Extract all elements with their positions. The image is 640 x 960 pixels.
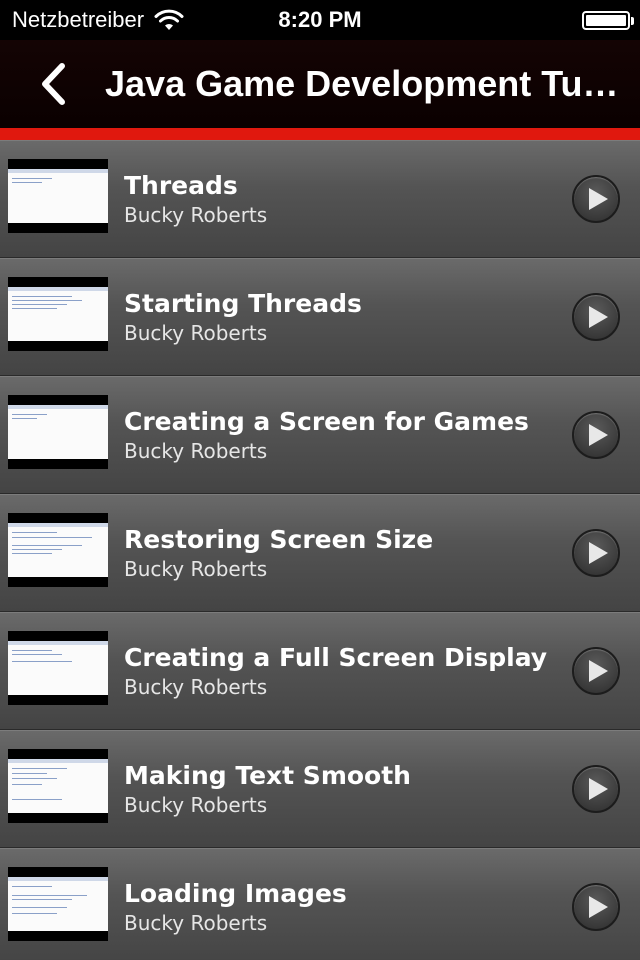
video-thumbnail [8, 159, 108, 233]
video-thumbnail [8, 395, 108, 469]
play-button[interactable] [572, 883, 620, 931]
video-title: Making Text Smooth [124, 761, 411, 790]
list-item[interactable]: Loading Images Bucky Roberts [0, 848, 640, 960]
list-item[interactable]: Creating a Screen for Games Bucky Robert… [0, 376, 640, 494]
video-thumbnail [8, 749, 108, 823]
video-thumbnail [8, 513, 108, 587]
list-item[interactable]: Threads Bucky Roberts [0, 140, 640, 258]
play-icon [589, 424, 608, 446]
play-icon [589, 542, 608, 564]
play-button[interactable] [572, 529, 620, 577]
list-item[interactable]: Making Text Smooth Bucky Roberts [0, 730, 640, 848]
list-item[interactable]: Creating a Full Screen Display Bucky Rob… [0, 612, 640, 730]
video-thumbnail [8, 867, 108, 941]
video-title: Restoring Screen Size [124, 525, 434, 554]
video-author: Bucky Roberts [124, 203, 268, 227]
play-icon [589, 306, 608, 328]
play-icon [589, 660, 608, 682]
video-title: Loading Images [124, 879, 347, 908]
battery-fill [586, 15, 626, 26]
chevron-left-icon [42, 63, 65, 105]
video-title: Creating a Full Screen Display [124, 643, 548, 672]
video-title: Creating a Screen for Games [124, 407, 529, 436]
accent-stripe [0, 128, 640, 140]
video-author: Bucky Roberts [124, 793, 268, 817]
list-item[interactable]: Restoring Screen Size Bucky Roberts [0, 494, 640, 612]
video-author: Bucky Roberts [124, 321, 268, 345]
battery-icon [582, 11, 634, 30]
video-author: Bucky Roberts [124, 439, 268, 463]
battery-nub [631, 17, 634, 25]
play-button[interactable] [572, 411, 620, 459]
navigation-bar: Java Game Development Tutorials [0, 40, 640, 128]
play-button[interactable] [572, 647, 620, 695]
play-button[interactable] [572, 293, 620, 341]
play-icon [589, 778, 608, 800]
video-title: Threads [124, 171, 238, 200]
video-author: Bucky Roberts [124, 675, 268, 699]
back-button[interactable] [28, 58, 78, 110]
video-list: Threads Bucky Roberts Starting Threads B… [0, 140, 640, 960]
play-button[interactable] [572, 175, 620, 223]
video-thumbnail [8, 277, 108, 351]
status-time: 8:20 PM [278, 7, 362, 32]
video-author: Bucky Roberts [124, 557, 268, 581]
video-title: Starting Threads [124, 289, 362, 318]
video-author: Bucky Roberts [124, 911, 268, 935]
list-item[interactable]: Starting Threads Bucky Roberts [0, 258, 640, 376]
video-thumbnail [8, 631, 108, 705]
page-title: Java Game Development Tutorials [105, 63, 630, 104]
status-bar: Netzbetreiber 8:20 PM [0, 0, 640, 40]
play-icon [589, 896, 608, 918]
play-button[interactable] [572, 765, 620, 813]
play-icon [589, 188, 608, 210]
